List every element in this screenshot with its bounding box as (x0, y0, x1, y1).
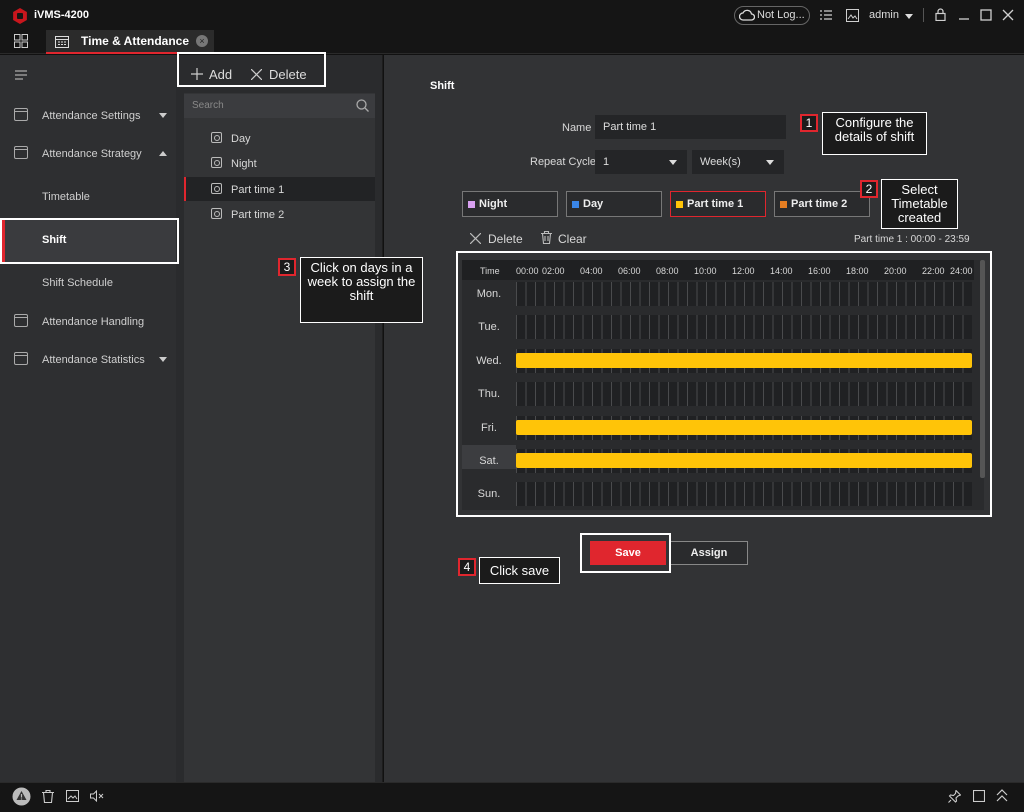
calendar-icon (14, 146, 28, 159)
lock-icon[interactable] (935, 8, 946, 21)
chevron-up-icon (159, 151, 167, 156)
search-placeholder: Search (192, 100, 224, 111)
sidebar-item-label: Attendance Handling (42, 316, 145, 328)
maximize-icon[interactable] (980, 9, 992, 21)
tab-close-icon[interactable]: × (196, 35, 208, 47)
chip-label: Part time 1 (687, 198, 744, 210)
sidebar-item-label: Attendance Strategy (42, 148, 142, 160)
selected-indicator (184, 177, 186, 201)
annotation-text: Configure the details of shift (822, 112, 927, 155)
calendar-icon (14, 108, 28, 121)
selected-period-info: Part time 1 : 00:00 - 23:59 (854, 234, 970, 245)
alarm-icon[interactable] (12, 787, 31, 806)
pin-icon[interactable] (948, 790, 961, 803)
status-bar (0, 782, 1024, 812)
annotation-number: 1 (800, 114, 818, 132)
annotation-number: 3 (278, 258, 296, 276)
window-icon[interactable] (973, 790, 985, 802)
chevron-down-icon (766, 160, 774, 165)
list-item-label: Day (231, 133, 251, 145)
chip-label: Day (583, 198, 604, 210)
page-title: Shift (430, 80, 455, 92)
app-title: iVMS-4200 (34, 9, 90, 21)
chip-label: Part time 2 (791, 198, 848, 210)
timetable-chip-part-time-2[interactable]: Part time 2 (774, 191, 870, 217)
color-swatch (572, 201, 579, 208)
list-item-label: Part time 1 (231, 184, 285, 196)
user-dropdown-icon[interactable] (905, 14, 913, 19)
timetable-icon (211, 208, 222, 219)
name-label: Name (562, 122, 592, 134)
chip-label: Night (479, 198, 508, 210)
close-icon[interactable] (1002, 9, 1014, 21)
timetable-icon (211, 157, 222, 168)
annotation-highlight-save (580, 533, 671, 573)
list-item-label: Night (231, 158, 257, 170)
repeat-cycle-label: Repeat Cycle (530, 156, 597, 168)
cloud-icon (739, 9, 755, 21)
timetable-chip-day[interactable]: Day (566, 191, 662, 217)
chevron-down-icon (159, 357, 167, 362)
annotation-highlight-add-delete (177, 52, 326, 87)
assign-button[interactable]: Assign (670, 541, 748, 565)
calendar-icon (55, 36, 69, 48)
menu-collapse-icon[interactable] (15, 70, 27, 80)
annotation-text: Click save (479, 557, 560, 584)
search-icon[interactable] (356, 99, 369, 112)
sidebar-item-label: Attendance Settings (42, 110, 141, 122)
color-swatch (676, 201, 683, 208)
color-swatch (780, 201, 787, 208)
chevron-down-icon (669, 160, 677, 165)
clear-button[interactable]: Clear (558, 232, 587, 246)
annotation-number: 2 (860, 180, 878, 198)
mute-icon[interactable] (90, 790, 104, 802)
delete-schedule-button[interactable]: Delete (488, 232, 523, 246)
annotation-text: Click on days in a week to assign the sh… (300, 257, 423, 323)
user-name[interactable]: admin (869, 9, 899, 21)
chevron-down-icon (159, 113, 167, 118)
sidebar-item-label: Shift Schedule (42, 277, 113, 289)
image-icon[interactable] (846, 9, 859, 22)
module-grid-icon[interactable] (14, 34, 28, 48)
checklist-icon (14, 314, 28, 327)
annotation-highlight-grid (456, 251, 992, 517)
sidebar-item-label: Timetable (42, 191, 90, 203)
sidebar-item-label: Attendance Statistics (42, 354, 145, 366)
divider (923, 8, 924, 22)
annotation-highlight-shift (0, 218, 179, 264)
timetable-chip-part-time-1[interactable]: Part time 1 (670, 191, 766, 217)
list-icon[interactable] (820, 10, 832, 21)
name-input[interactable]: Part time 1 (595, 115, 786, 139)
trash-icon[interactable] (541, 231, 552, 244)
color-swatch (468, 201, 475, 208)
trash-icon[interactable] (42, 790, 54, 803)
timetable-icon (211, 132, 222, 143)
collapse-up-icon[interactable] (996, 789, 1008, 802)
list-item-label: Part time 2 (231, 209, 285, 221)
timetable-chip-night[interactable]: Night (462, 191, 558, 217)
minimize-icon[interactable] (958, 9, 970, 21)
cloud-status: Not Log... (757, 9, 805, 21)
statistics-icon (14, 352, 28, 365)
annotation-text: Select Timetable created (881, 179, 958, 229)
annotation-number: 4 (458, 558, 476, 576)
image-icon[interactable] (66, 790, 79, 802)
delete-icon[interactable] (470, 233, 481, 244)
tab-label: Time & Attendance (81, 34, 190, 48)
timetable-icon (211, 183, 222, 194)
